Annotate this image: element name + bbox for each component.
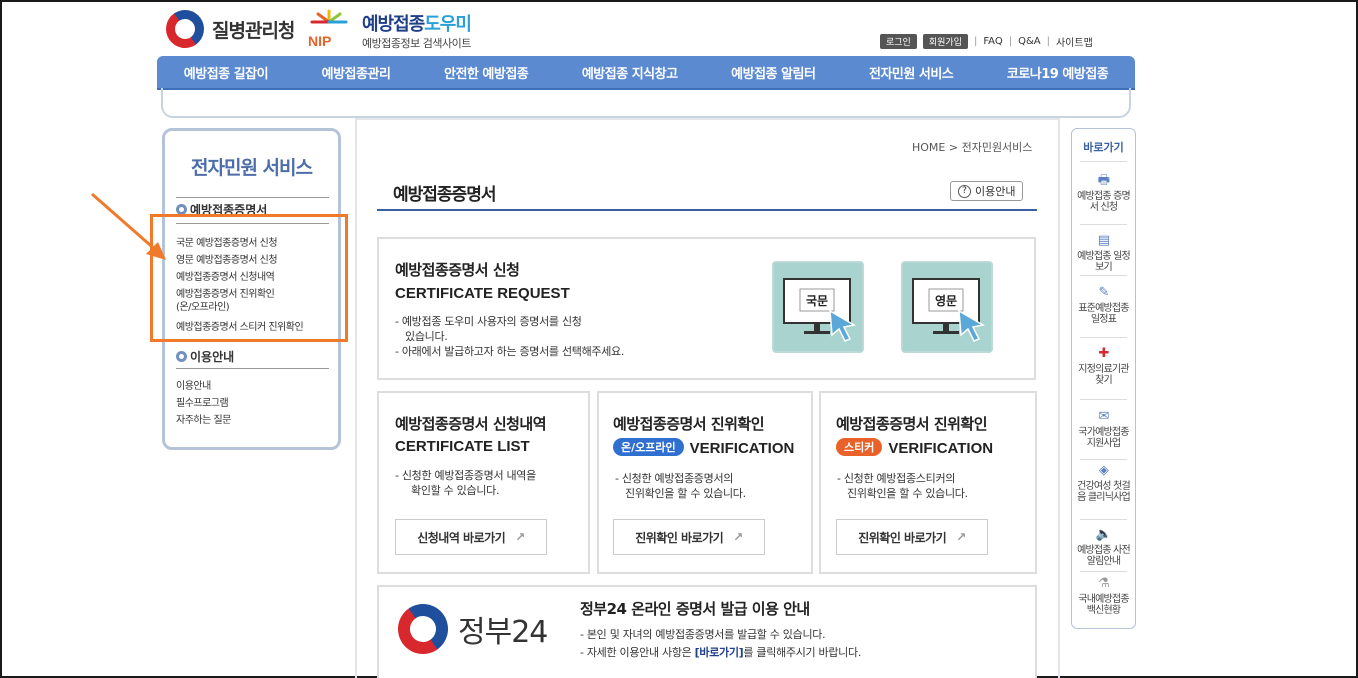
verification-box: 예방접종증명서 진위확인 온/오프라인 VERIFICATION - 신청한 예방…	[597, 391, 813, 574]
speaker-icon: 🔈	[1095, 527, 1112, 542]
english-label: 영문	[935, 293, 957, 308]
external-link-icon: ↗	[956, 530, 966, 544]
online-offline-pill: 온/오프라인	[613, 438, 684, 456]
qna-link[interactable]: Q&A	[1018, 36, 1041, 47]
syringe-icon: ✎	[1098, 285, 1109, 300]
sticker-title-ko: 예방접종증명서 진위확인	[836, 415, 988, 433]
kdca-logo[interactable]: 질병관리청	[158, 2, 295, 56]
nip-letters: NIP	[308, 33, 331, 48]
external-link-icon: ↗	[733, 530, 743, 544]
sidebar-section-guide[interactable]: 이용안내	[176, 348, 234, 365]
quick-item-support[interactable]: ✉ 국가예방접종 지원사업	[1074, 409, 1133, 449]
nav-item-covid[interactable]: 코로나19 예방접종	[1007, 63, 1109, 82]
nip-title: 예방접종도우미	[362, 14, 472, 35]
highlight-box	[150, 214, 348, 342]
breadcrumb: HOME > 전자민원서비스	[912, 141, 1033, 154]
quick-item-alert[interactable]: 🔈 예방접종 사전알림안내	[1074, 527, 1133, 567]
nav-item-safe[interactable]: 안전한 예방접종	[444, 63, 529, 82]
certificate-list-box: 예방접종증명서 신청내역 CERTIFICATE LIST - 신청한 예방접종…	[377, 391, 590, 574]
quick-item-standard-schedule[interactable]: ✎ 표준예방접종 일정표	[1074, 285, 1133, 325]
login-button[interactable]: 로그인	[880, 34, 917, 49]
sidebar-item-programs[interactable]: 필수프로그램	[176, 394, 229, 409]
gov24-logo[interactable]: 정부24	[388, 594, 548, 664]
usage-guide-button[interactable]: ? 이용안내	[950, 181, 1024, 201]
bullet-icon	[176, 351, 187, 362]
nav-item-management[interactable]: 예방접종관리	[322, 63, 391, 82]
sitemap-link[interactable]: 사이트맵	[1056, 34, 1093, 49]
gov24-logo-text: 정부24	[458, 615, 548, 650]
verify-go-button[interactable]: 진위확인 바로가기 ↗	[613, 519, 765, 555]
gov24-desc-1: - 본인 및 자녀의 예방접종증명서를 발급할 수 있습니다.	[580, 628, 826, 641]
sticker-pill: 스티커	[836, 438, 883, 456]
request-title-en: CERTIFICATE REQUEST	[395, 285, 570, 302]
sticker-title-en: VERIFICATION	[888, 440, 994, 457]
box-icon: ◈	[1098, 463, 1109, 478]
sidebar-section-certificate[interactable]: 예방접종증명서	[176, 204, 267, 214]
quick-item-clinic[interactable]: ✚ 지정의료기관 찾기	[1074, 346, 1133, 386]
question-icon: ?	[958, 184, 971, 198]
taeguk-emblem-icon	[158, 2, 212, 56]
nip-logo[interactable]: NIP 예방접종도우미 예방접종정보 검색사이트	[304, 8, 494, 52]
gov24-shortcut-link[interactable]: [바로가기]	[695, 646, 744, 659]
quick-menu: 바로가기 🖶 예방접종 증명서 신청 ▤ 예방접종 일정보기 ✎ 표준예방접종 일정표…	[1071, 128, 1136, 629]
document-icon: ✉	[1098, 409, 1109, 424]
request-desc: - 예방접종 도우미 사용자의 증명서를 신청 있습니다. - 아래에서 발급하…	[395, 315, 625, 358]
top-links: 로그인 회원가입 | FAQ | Q&A | 사이트맵	[880, 34, 1093, 49]
sticker-verification-box: 예방접종증명서 진위확인 스티커 VERIFICATION - 신청한 예방접종스…	[819, 391, 1037, 574]
korean-certificate-button[interactable]: 국문	[772, 261, 864, 353]
quick-item-schedule[interactable]: ▤ 예방접종 일정보기	[1074, 233, 1133, 273]
sidebar-item-usage[interactable]: 이용안내	[176, 377, 211, 392]
quick-item-vaccine-status[interactable]: ⚗ 국내예방접종 백신현황	[1074, 576, 1133, 616]
gov24-title: 정부24 온라인 증명서 발급 이용 안내	[580, 600, 810, 618]
sidebar-title: 전자민원 서비스	[191, 157, 313, 179]
bottle-icon: ⚗	[1098, 576, 1110, 591]
list-title-ko: 예방접종증명서 신청내역	[395, 415, 547, 433]
quick-item-women-clinic[interactable]: ◈ 건강여성 첫걸음 클리닉사업	[1074, 463, 1133, 503]
nav-item-guide[interactable]: 예방접종 길잡이	[184, 63, 269, 82]
nav-item-notice[interactable]: 예방접종 알림터	[731, 63, 816, 82]
orange-arrow-icon	[91, 192, 166, 260]
main-nav: 예방접종 길잡이 예방접종관리 안전한 예방접종 예방접종 지식창고 예방접종 …	[157, 56, 1135, 88]
sticker-go-button[interactable]: 진위확인 바로가기 ↗	[836, 519, 988, 555]
verify-title-en: VERIFICATION	[689, 440, 795, 457]
printer-icon: 🖶	[1097, 173, 1110, 188]
english-certificate-button[interactable]: 영문	[901, 261, 993, 353]
calendar-icon: ▤	[1097, 233, 1110, 248]
list-title-en: CERTIFICATE LIST	[395, 438, 530, 455]
taeguk-emblem-icon	[388, 594, 458, 664]
monitor-icon: 국문	[783, 278, 857, 342]
nav-item-eservice[interactable]: 전자민원 서비스	[869, 63, 954, 82]
page-title: 예방접종증명서	[393, 185, 496, 205]
nip-subtitle: 예방접종정보 검색사이트	[362, 37, 471, 50]
sidebar-item-faq[interactable]: 자주하는 질문	[176, 411, 231, 426]
nav-item-knowledge[interactable]: 예방접종 지식창고	[582, 63, 678, 82]
faq-link[interactable]: FAQ	[983, 36, 1002, 47]
list-go-button[interactable]: 신청내역 바로가기 ↗	[395, 519, 547, 555]
verify-title-ko: 예방접종증명서 진위확인	[613, 415, 765, 433]
kdca-name: 질병관리청	[212, 19, 295, 42]
quick-item-certificate[interactable]: 🖶 예방접종 증명서 신청	[1074, 173, 1133, 213]
korean-label: 국문	[806, 294, 828, 308]
join-button[interactable]: 회원가입	[922, 34, 968, 49]
sub-nav-bar	[161, 88, 1131, 118]
external-link-icon: ↗	[515, 530, 525, 544]
nip-sun-icon: NIP	[308, 9, 348, 48]
quick-menu-title: 바로가기	[1083, 141, 1124, 154]
monitor-icon: 영문	[912, 278, 986, 342]
request-box: 예방접종증명서 신청 CERTIFICATE REQUEST - 예방접종 도우…	[377, 237, 1036, 380]
request-title-ko: 예방접종증명서 신청	[395, 261, 520, 279]
hospital-icon: ✚	[1098, 346, 1109, 361]
